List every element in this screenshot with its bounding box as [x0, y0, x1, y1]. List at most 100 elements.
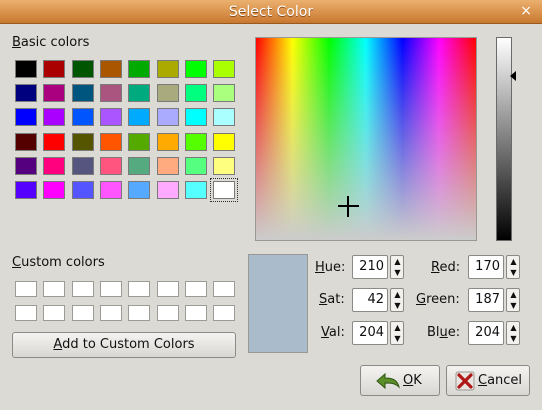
basic-color-swatch[interactable] — [99, 60, 122, 78]
basic-color-swatch[interactable] — [43, 108, 66, 127]
basic-color-swatch[interactable] — [184, 181, 207, 199]
title-bar: Select Color × — [0, 0, 542, 24]
spin-up-icon[interactable]: ▲ — [509, 290, 518, 300]
basic-color-swatch[interactable] — [213, 156, 236, 175]
basic-color-swatch[interactable] — [71, 132, 94, 151]
basic-color-swatch[interactable] — [156, 84, 179, 103]
val-input[interactable]: 204 — [352, 321, 388, 345]
basic-color-swatch[interactable] — [213, 108, 236, 127]
spin-down-icon[interactable]: ▼ — [393, 334, 402, 344]
custom-colors-label: Custom colors — [12, 255, 105, 270]
custom-color-swatch[interactable] — [156, 305, 179, 321]
blue-spin-buttons[interactable]: ▲ ▼ — [506, 321, 520, 345]
spin-up-icon[interactable]: ▲ — [509, 323, 518, 333]
green-input[interactable]: 187 — [468, 288, 504, 312]
basic-color-swatch[interactable] — [184, 132, 207, 151]
basic-color-swatch[interactable] — [71, 84, 94, 103]
basic-color-swatch[interactable] — [15, 60, 37, 78]
red-spin-buttons[interactable]: ▲ ▼ — [506, 255, 520, 279]
custom-color-swatch[interactable] — [15, 305, 37, 321]
custom-color-swatch[interactable] — [213, 305, 236, 321]
spin-up-icon[interactable]: ▲ — [509, 257, 518, 267]
basic-color-swatch[interactable] — [43, 181, 66, 199]
basic-color-swatch[interactable] — [15, 181, 37, 199]
custom-color-swatch[interactable] — [156, 281, 179, 297]
custom-color-swatch[interactable] — [128, 281, 151, 297]
basic-color-swatch[interactable] — [128, 108, 151, 127]
spin-down-icon[interactable]: ▼ — [509, 334, 518, 344]
custom-color-swatch[interactable] — [213, 281, 236, 297]
basic-color-swatch[interactable] — [213, 84, 236, 103]
custom-color-swatch[interactable] — [43, 305, 66, 321]
basic-color-swatch[interactable] — [99, 84, 122, 103]
basic-colors-label: Basic colors — [12, 35, 90, 50]
custom-color-swatch[interactable] — [184, 281, 207, 297]
basic-color-swatch[interactable] — [213, 132, 236, 151]
spin-up-icon[interactable]: ▲ — [393, 257, 402, 267]
basic-color-swatch[interactable] — [184, 60, 207, 78]
basic-color-swatch[interactable] — [43, 60, 66, 78]
custom-color-swatch[interactable] — [184, 305, 207, 321]
ok-button[interactable]: OK — [360, 365, 440, 396]
hue-spin-buttons[interactable]: ▲ ▼ — [390, 255, 404, 279]
spin-down-icon[interactable]: ▼ — [393, 268, 402, 278]
spin-down-icon[interactable]: ▼ — [393, 301, 402, 311]
basic-color-swatch[interactable] — [71, 108, 94, 127]
val-spin-buttons[interactable]: ▲ ▼ — [390, 321, 404, 345]
basic-color-swatch[interactable] — [15, 156, 37, 175]
cancel-button[interactable]: Cancel — [446, 365, 530, 396]
spin-up-icon[interactable]: ▲ — [393, 323, 402, 333]
basic-color-swatch[interactable] — [156, 132, 179, 151]
check-arrow-icon — [376, 372, 400, 390]
basic-color-swatch[interactable] — [184, 108, 207, 127]
custom-color-swatch[interactable] — [128, 305, 151, 321]
basic-color-swatch[interactable] — [15, 84, 37, 103]
value-pointer-icon[interactable] — [510, 71, 516, 81]
custom-color-swatch[interactable] — [43, 281, 66, 297]
basic-color-swatch[interactable] — [128, 60, 151, 78]
basic-color-swatch[interactable] — [15, 108, 37, 127]
basic-color-swatch[interactable] — [99, 181, 122, 199]
spin-down-icon[interactable]: ▼ — [509, 268, 518, 278]
basic-color-swatch[interactable] — [210, 178, 239, 202]
basic-color-swatch[interactable] — [184, 84, 207, 103]
basic-color-swatch[interactable] — [128, 156, 151, 175]
basic-color-swatch[interactable] — [213, 60, 236, 78]
hue-input[interactable]: 210 — [352, 255, 388, 279]
hue-saturation-spectrum[interactable] — [255, 37, 477, 241]
sat-spin-buttons[interactable]: ▲ ▼ — [390, 288, 404, 312]
basic-color-swatch[interactable] — [156, 181, 179, 199]
basic-color-swatch[interactable] — [128, 132, 151, 151]
add-to-custom-colors-button[interactable]: Add to Custom Colors — [12, 332, 236, 358]
basic-color-swatch[interactable] — [43, 84, 66, 103]
basic-color-swatch[interactable] — [128, 84, 151, 103]
green-spin-buttons[interactable]: ▲ ▼ — [506, 288, 520, 312]
value-slider[interactable] — [496, 37, 512, 241]
green-label: Green: — [416, 292, 460, 307]
basic-color-swatch[interactable] — [99, 108, 122, 127]
basic-color-swatch[interactable] — [99, 132, 122, 151]
sat-input[interactable]: 42 — [352, 288, 388, 312]
blue-input[interactable]: 204 — [468, 321, 504, 345]
basic-color-swatch[interactable] — [156, 108, 179, 127]
spin-up-icon[interactable]: ▲ — [393, 290, 402, 300]
basic-color-swatch[interactable] — [128, 181, 151, 199]
basic-color-swatch[interactable] — [71, 60, 94, 78]
custom-color-swatch[interactable] — [71, 305, 94, 321]
basic-color-swatch[interactable] — [156, 60, 179, 78]
custom-color-swatch[interactable] — [99, 305, 122, 321]
custom-color-swatch[interactable] — [71, 281, 94, 297]
basic-color-swatch[interactable] — [43, 132, 66, 151]
basic-color-swatch[interactable] — [184, 156, 207, 175]
spin-down-icon[interactable]: ▼ — [509, 301, 518, 311]
close-icon[interactable]: × — [520, 3, 532, 19]
custom-color-swatch[interactable] — [15, 281, 37, 297]
basic-color-swatch[interactable] — [15, 132, 37, 151]
basic-color-swatch[interactable] — [71, 156, 94, 175]
red-input[interactable]: 170 — [468, 255, 504, 279]
basic-color-swatch[interactable] — [99, 156, 122, 175]
basic-color-swatch[interactable] — [71, 181, 94, 199]
basic-color-swatch[interactable] — [156, 156, 179, 175]
basic-color-swatch[interactable] — [43, 156, 66, 175]
custom-color-swatch[interactable] — [99, 281, 122, 297]
